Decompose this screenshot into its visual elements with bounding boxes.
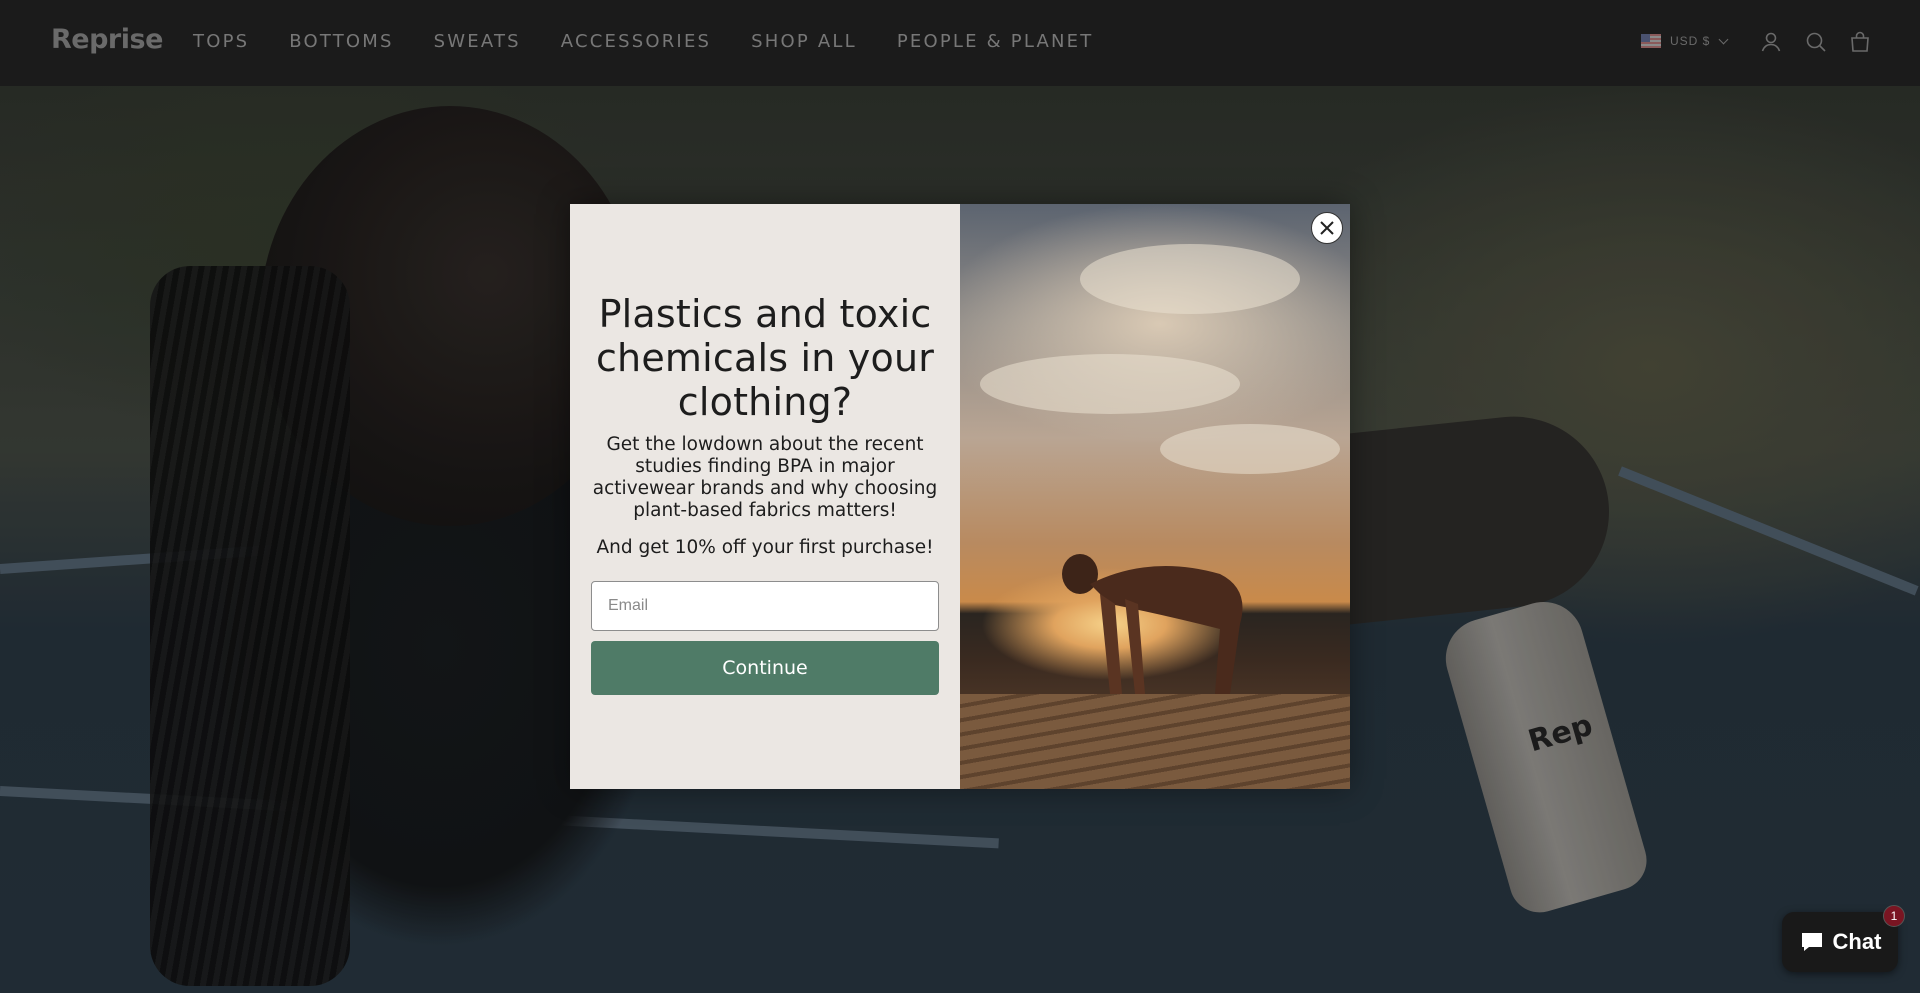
cloud — [1080, 244, 1300, 314]
nav-item-people-planet[interactable]: PEOPLE & PLANET — [897, 31, 1094, 52]
popup-title: Plastics and toxic chemicals in your clo… — [595, 292, 935, 424]
nav-item-bottoms[interactable]: BOTTOMS — [289, 31, 393, 52]
us-flag-icon — [1641, 34, 1661, 48]
popup-content: Plastics and toxic chemicals in your clo… — [570, 204, 960, 789]
nav-item-accessories[interactable]: ACCESSORIES — [561, 31, 711, 52]
chevron-down-icon — [1718, 34, 1729, 44]
newsletter-popup: Plastics and toxic chemicals in your clo… — [570, 204, 1350, 789]
currency-selector[interactable]: USD $ — [1641, 34, 1729, 48]
cart-icon[interactable] — [1848, 30, 1872, 54]
popup-offer: And get 10% off your first purchase! — [596, 537, 934, 558]
search-icon[interactable] — [1804, 30, 1828, 54]
currency-label: USD $ — [1670, 34, 1711, 48]
chat-button[interactable]: Chat 1 — [1782, 905, 1905, 972]
chat-label: Chat — [1832, 929, 1882, 954]
brand-logo[interactable]: Reprise — [51, 24, 163, 55]
email-field[interactable] — [591, 581, 939, 631]
yoga-silhouette — [1062, 554, 1243, 694]
cloud — [1160, 424, 1340, 474]
close-popup-button[interactable] — [1311, 212, 1343, 244]
continue-button[interactable]: Continue — [591, 641, 939, 695]
account-icon[interactable] — [1759, 30, 1783, 54]
wooden-dock — [960, 694, 1350, 789]
popup-image — [960, 204, 1350, 789]
site-header: Reprise TOPS BOTTOMS SWEATS ACCESSORIES … — [0, 0, 1920, 86]
nav-item-shop-all[interactable]: SHOP ALL — [751, 31, 857, 52]
popup-description: Get the lowdown about the recent studies… — [592, 434, 938, 521]
main-nav: TOPS BOTTOMS SWEATS ACCESSORIES SHOP ALL… — [193, 31, 1133, 52]
nav-item-sweats[interactable]: SWEATS — [434, 31, 521, 52]
chat-bubble-icon — [1801, 933, 1822, 951]
cloud — [980, 354, 1240, 414]
chat-notification-badge: 1 — [1883, 905, 1905, 927]
nav-item-tops[interactable]: TOPS — [193, 31, 249, 52]
close-icon — [1320, 221, 1334, 235]
